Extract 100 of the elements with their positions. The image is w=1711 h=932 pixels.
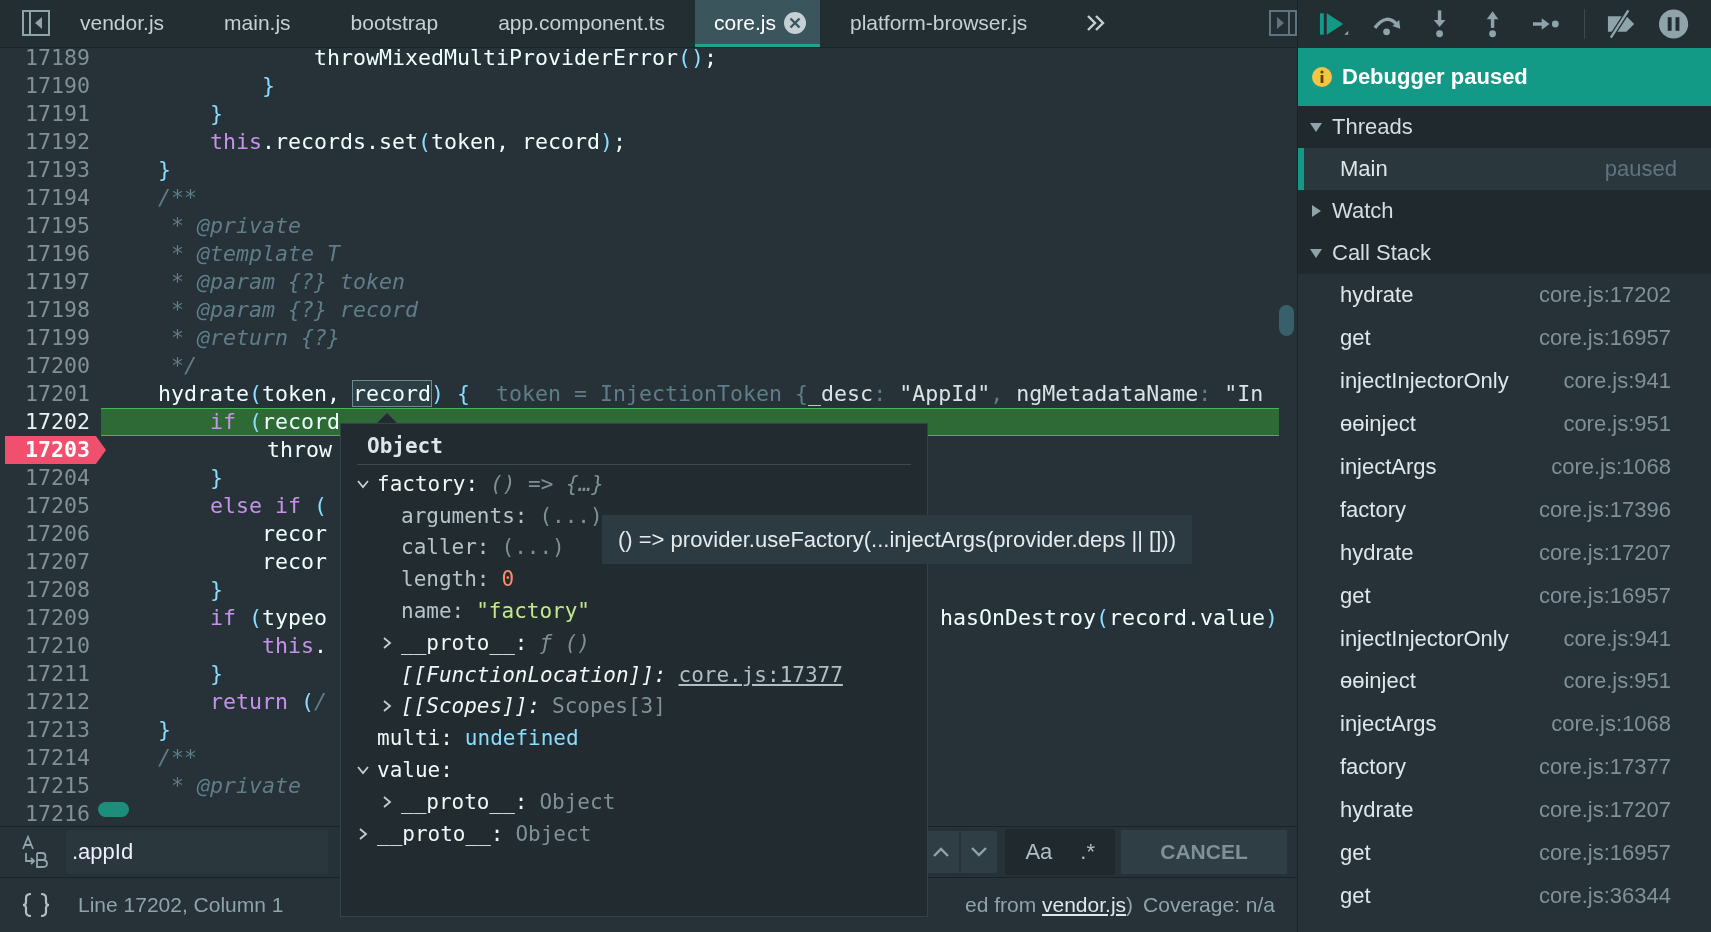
code-line: }: [157, 155, 171, 184]
line-number[interactable]: 17193: [0, 155, 101, 184]
frame-location[interactable]: core.js:17377: [1538, 754, 1671, 781]
sidebar-toggle-icon[interactable]: [1269, 10, 1297, 37]
file-tab[interactable]: main.js: [194, 0, 321, 47]
frame-name[interactable]: ɵɵinject: [1340, 411, 1416, 438]
file-tab[interactable]: core.js: [695, 0, 820, 47]
line-number[interactable]: 17199: [0, 323, 101, 352]
chevron-down-icon[interactable]: [357, 764, 369, 777]
code-line: * @param {?} token: [170, 267, 405, 296]
property-key: [[FunctionLocation]]:: [401, 662, 667, 687]
property-value[interactable]: core.js:17377: [678, 662, 843, 687]
line-number[interactable]: 17197: [0, 267, 101, 296]
frame-name[interactable]: hydrate: [1340, 539, 1414, 566]
line-number[interactable]: 17191: [0, 99, 101, 128]
frame-name[interactable]: factory: [1340, 496, 1407, 523]
frame-name[interactable]: get: [1340, 325, 1371, 352]
line-number[interactable]: 17189: [0, 47, 101, 72]
line-number[interactable]: 17211: [0, 659, 101, 688]
line-number[interactable]: 17207: [0, 547, 101, 576]
frame-location[interactable]: core.js:36344: [1538, 882, 1671, 909]
frame-location[interactable]: core.js:16957: [1538, 840, 1671, 866]
line-number[interactable]: 17205: [0, 491, 101, 520]
code-line: */: [170, 351, 197, 380]
frame-location[interactable]: core.js:16957: [1538, 325, 1671, 352]
frame-location[interactable]: core.js:941: [1563, 625, 1671, 652]
search-option-button[interactable]: .*: [1066, 839, 1109, 866]
chevron-right-icon[interactable]: [381, 636, 393, 649]
frame-location[interactable]: core.js:941: [1563, 368, 1671, 395]
scrollbar-thumb[interactable]: [98, 801, 129, 817]
file-link[interactable]: vendor.js: [1042, 893, 1127, 917]
close-icon[interactable]: [783, 12, 806, 35]
line-number[interactable]: 17192: [0, 127, 101, 156]
frame-location[interactable]: core.js:17396: [1538, 496, 1671, 523]
line-number[interactable]: 17202: [0, 407, 101, 436]
line-number[interactable]: 17206: [0, 519, 101, 548]
replace-icon[interactable]: [20, 835, 50, 870]
file-tab[interactable]: app.component.ts: [468, 0, 696, 47]
braces-icon[interactable]: [22, 892, 50, 919]
line-number[interactable]: 17194: [0, 183, 101, 212]
frame-name[interactable]: get: [1340, 840, 1371, 866]
chevron-right-icon[interactable]: [357, 827, 369, 840]
line-number[interactable]: 17204: [0, 463, 101, 492]
frame-location[interactable]: core.js:951: [1563, 411, 1671, 438]
property-value: ƒ (): [539, 630, 590, 655]
file-tab[interactable]: vendor.js: [50, 0, 195, 47]
section-header[interactable]: Watch: [1298, 190, 1711, 232]
frame-name[interactable]: injectInjectorOnly: [1340, 368, 1509, 395]
frame-location[interactable]: core.js:16957: [1538, 582, 1671, 609]
line-number[interactable]: 17213: [0, 715, 101, 744]
frame-name[interactable]: get: [1340, 882, 1371, 909]
frame-location[interactable]: core.js:951: [1563, 668, 1671, 695]
thread-item[interactable]: Main paused: [1298, 148, 1711, 190]
line-number[interactable]: 17214: [0, 743, 101, 772]
frame-location[interactable]: core.js:17202: [1538, 282, 1671, 309]
section-header[interactable]: Threads: [1298, 106, 1711, 148]
line-number[interactable]: 17200: [0, 351, 101, 380]
frame-name[interactable]: get: [1340, 582, 1371, 609]
chevron-right-icon[interactable]: [381, 795, 393, 808]
line-number[interactable]: 17201: [0, 379, 101, 408]
next-match-button[interactable]: [961, 831, 998, 874]
property-key: __proto__:: [401, 630, 528, 655]
section-header[interactable]: Call Stack: [1298, 232, 1711, 274]
cancel-button[interactable]: CANCEL: [1121, 830, 1287, 875]
frame-name[interactable]: ɵɵinject: [1340, 668, 1416, 695]
frame-name[interactable]: injectArgs: [1340, 711, 1437, 738]
property-key: caller:: [401, 535, 490, 560]
frame-location[interactable]: core.js:17207: [1538, 539, 1671, 566]
pause-icon[interactable]: [1657, 8, 1689, 40]
sidebar-toggle-icon[interactable]: [22, 10, 50, 37]
file-tab[interactable]: bootstrap: [320, 0, 469, 47]
code-line: }: [209, 575, 223, 604]
frame-name[interactable]: injectInjectorOnly: [1340, 625, 1509, 652]
line-number[interactable]: 17195: [0, 211, 101, 240]
frame-name[interactable]: injectArgs: [1340, 454, 1437, 480]
search-field[interactable]: .appId: [66, 830, 328, 875]
line-number[interactable]: 17198: [0, 295, 101, 324]
line-number[interactable]: 17209: [0, 603, 101, 632]
file-tab[interactable]: platform-browser.js: [819, 0, 1058, 47]
line-number[interactable]: 17190: [0, 71, 101, 100]
line-number[interactable]: 17203: [5, 435, 106, 464]
frame-location[interactable]: core.js:17207: [1538, 797, 1671, 824]
frame-location[interactable]: core.js:1068: [1551, 454, 1671, 480]
chevron-right-icon[interactable]: [381, 700, 393, 713]
frame-name[interactable]: hydrate: [1340, 282, 1414, 309]
frame-location[interactable]: core.js:1068: [1551, 711, 1671, 738]
search-option-button[interactable]: Aa: [1011, 839, 1067, 866]
frame-name[interactable]: factory: [1340, 754, 1407, 781]
line-number[interactable]: 17196: [0, 239, 101, 268]
scrollbar-thumb[interactable]: [1279, 304, 1294, 336]
code-line: return (/: [209, 687, 328, 716]
line-number[interactable]: 17216: [0, 799, 101, 827]
code-line: throwMixedMultiProviderError();: [313, 47, 718, 72]
line-number[interactable]: 17212: [0, 687, 101, 716]
property-key: value:: [377, 758, 453, 783]
line-number[interactable]: 17210: [0, 631, 101, 660]
property-key: arguments:: [401, 503, 528, 528]
line-number[interactable]: 17215: [0, 771, 101, 800]
line-number[interactable]: 17208: [0, 575, 101, 604]
frame-name[interactable]: hydrate: [1340, 797, 1414, 824]
